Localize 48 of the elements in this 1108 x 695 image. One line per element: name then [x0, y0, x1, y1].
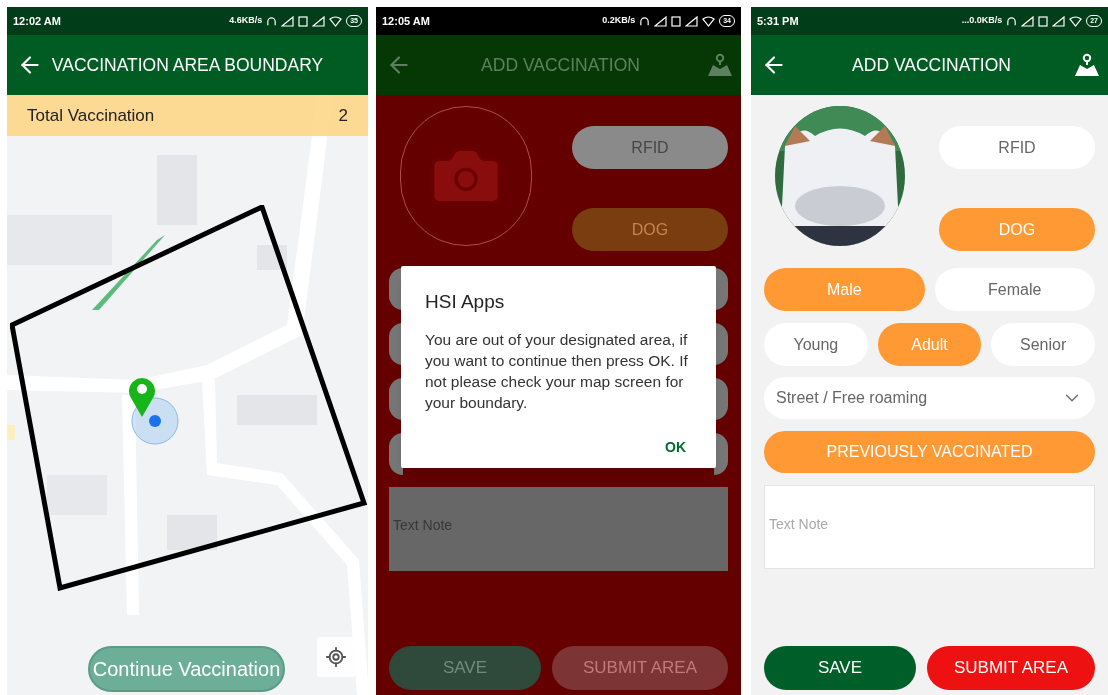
option-button[interactable]: Young: [764, 323, 868, 366]
wifi-icon: [329, 15, 343, 27]
status-time: 12:05 AM: [382, 13, 430, 29]
continue-button[interactable]: Continue Vaccination: [88, 646, 285, 692]
screen-title: ADD VACCINATION: [480, 53, 641, 77]
dialog-message: You are out of your designated area, if you want to continue then press OK. If not please check your map screen for your boundary.: [425, 329, 689, 413]
headset-icon: [1006, 15, 1018, 27]
screen-title: ADD VACCINATION: [851, 53, 1012, 77]
submit-button[interactable]: SUBMIT AREA: [927, 646, 1095, 690]
crosshair-icon: [325, 646, 347, 668]
headset-icon: [266, 15, 278, 27]
signal-icon: [312, 15, 326, 27]
option-button[interactable]: Female: [934, 268, 1095, 311]
save-button[interactable]: SAVE: [764, 646, 916, 690]
network-speed: 4.6KB/s: [229, 14, 263, 28]
screen-title: VACCINATION AREA BOUNDARY: [51, 53, 324, 77]
network-speed: 0.2KB/s: [602, 14, 636, 28]
dialog-title: HSI Apps: [425, 290, 506, 314]
previously-vaccinated-button[interactable]: PREVIOUSLY VACCINATED: [764, 431, 1095, 473]
wifi-icon: [702, 15, 716, 27]
wifi-icon: [1069, 15, 1083, 27]
summary-label: Total Vaccination: [27, 104, 155, 127]
headset-icon: [639, 15, 651, 27]
submit-button[interactable]: SUBMIT AREA: [552, 646, 728, 690]
save-button[interactable]: SAVE: [389, 646, 541, 690]
option-button[interactable]: Male: [764, 268, 925, 311]
signal-icon: [1021, 15, 1035, 27]
location-dot-icon: [131, 397, 179, 445]
option-button[interactable]: RFID: [572, 126, 728, 169]
signal-icon: [654, 15, 668, 27]
signal-icon: [281, 15, 295, 27]
option-button[interactable]: Adult: [877, 323, 982, 366]
ok-button[interactable]: OK: [659, 437, 692, 458]
map-pin-icon[interactable]: [1074, 52, 1100, 78]
signal-icon: [685, 15, 699, 27]
summary-value: 2: [338, 104, 348, 127]
status-time: 12:02 AM: [13, 13, 61, 29]
option-button[interactable]: DOG: [939, 208, 1095, 251]
status-time: 5:31 PM: [757, 13, 799, 29]
my-location-button[interactable]: [317, 637, 355, 677]
option-button[interactable]: RFID: [939, 126, 1095, 169]
network-speed: ...0.0KB/s: [961, 14, 1003, 28]
map-pin-icon: [128, 376, 156, 418]
habitat-dropdown[interactable]: Street / Free roaming: [764, 377, 1095, 419]
note-field[interactable]: Text Note: [764, 485, 1095, 569]
signal-icon: [1052, 15, 1066, 27]
option-button[interactable]: DOG: [572, 208, 728, 251]
option-button[interactable]: Senior: [991, 323, 1095, 366]
